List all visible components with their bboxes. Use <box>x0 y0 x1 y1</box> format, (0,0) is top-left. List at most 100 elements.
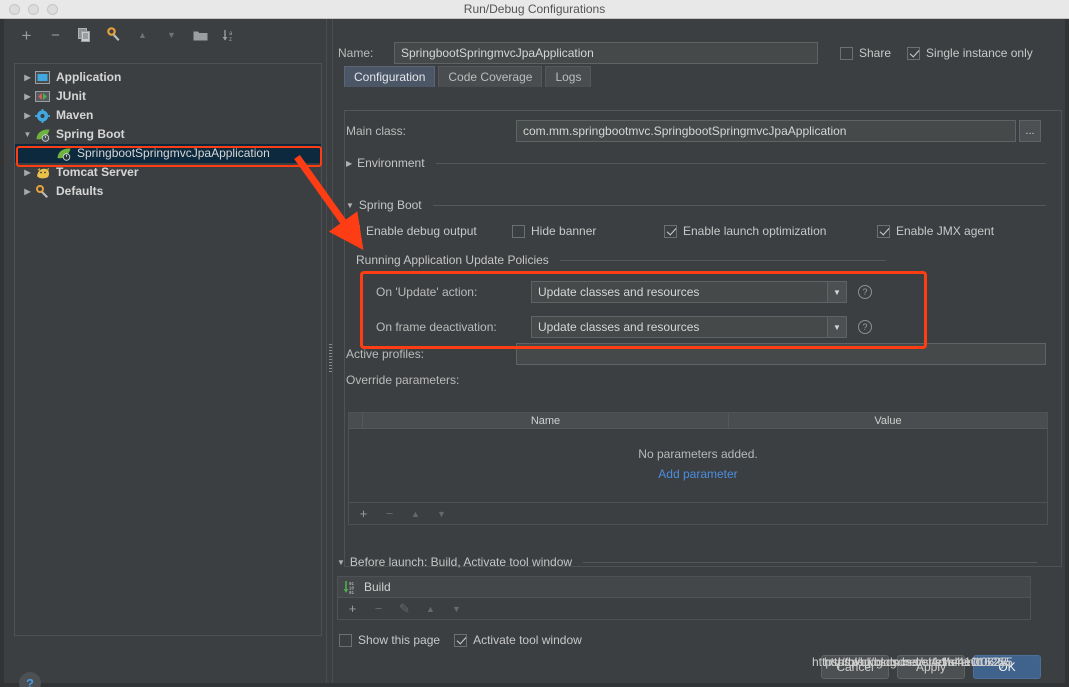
single-instance-checkbox-wrap[interactable]: Single instance only <box>907 46 1033 60</box>
override-parameters-table[interactable]: Name Value No parameters added. Add para… <box>348 412 1048 525</box>
enable-debug-output-checkbox[interactable] <box>347 224 360 238</box>
copy-icon[interactable] <box>76 27 93 44</box>
tab-logs[interactable]: Logs <box>545 66 592 87</box>
before-launch-section-header[interactable]: ▼ Before launch: Build, Activate tool wi… <box>337 555 1037 569</box>
expand-arrow-icon[interactable]: ▶ <box>21 92 34 101</box>
table-col-value[interactable]: Value <box>729 413 1047 428</box>
remove-task-icon[interactable]: − <box>372 601 385 616</box>
enable-jmx-agent-wrap[interactable]: Enable JMX agent <box>877 224 994 238</box>
chevron-right-icon[interactable]: ▶ <box>346 159 352 168</box>
single-instance-checkbox[interactable] <box>907 46 921 60</box>
before-launch-item-label: Build <box>364 580 391 594</box>
on-update-action-help-icon[interactable]: ? <box>858 285 872 299</box>
move-task-up-icon[interactable]: ▲ <box>424 604 437 614</box>
page-title: Run/Debug Configurations <box>463 2 606 16</box>
tree-item-maven[interactable]: ▶ Maven <box>15 106 321 125</box>
panel-splitter[interactable] <box>326 19 333 683</box>
tomcat-icon <box>34 165 51 180</box>
move-task-down-icon[interactable]: ▼ <box>450 604 463 614</box>
chevron-down-icon[interactable]: ▼ <box>337 558 345 567</box>
hide-banner-wrap[interactable]: Hide banner <box>512 224 664 238</box>
activate-tool-window-checkbox[interactable] <box>454 633 468 647</box>
activate-tool-window-wrap[interactable]: Activate tool window <box>454 633 582 647</box>
edit-templates-icon[interactable] <box>105 27 122 44</box>
before-launch-options-row: Show this page Activate tool window <box>339 631 582 649</box>
activate-tool-window-label: Activate tool window <box>473 633 582 647</box>
svg-text:z: z <box>229 37 232 43</box>
spring-boot-icon <box>34 127 51 142</box>
move-up-icon[interactable]: ▲ <box>134 27 151 44</box>
on-update-action-row: On 'Update' action: Update classes and r… <box>376 281 896 303</box>
expand-arrow-icon[interactable]: ▶ <box>21 168 34 177</box>
show-this-page-checkbox[interactable] <box>339 633 352 647</box>
tree-item-application[interactable]: ▶ Application <box>15 68 321 87</box>
main-class-label: Main class: <box>346 124 407 138</box>
chevron-down-icon[interactable]: ▼ <box>346 201 354 210</box>
main-class-row: Main class: ... <box>346 119 1046 143</box>
enable-launch-optimization-wrap[interactable]: Enable launch optimization <box>664 224 877 238</box>
chevron-down-icon[interactable]: ▼ <box>827 282 846 302</box>
collapse-arrow-icon[interactable]: ▼ <box>21 130 34 139</box>
tree-item-tomcat-server[interactable]: ▶ Tomcat Server <box>15 163 321 182</box>
show-this-page-wrap[interactable]: Show this page <box>339 633 440 647</box>
configurations-tree[interactable]: ▶ Application ▶ JUnit ▶ Maven ▼ Spring B… <box>14 63 322 636</box>
expand-arrow-icon[interactable]: ▶ <box>21 187 34 196</box>
expand-arrow-icon[interactable]: ▶ <box>21 111 34 120</box>
move-down-icon[interactable]: ▼ <box>163 27 180 44</box>
build-icon: 01 10 01 <box>343 580 358 595</box>
move-parameter-up-icon[interactable]: ▲ <box>409 509 422 519</box>
browse-main-class-button[interactable]: ... <box>1019 120 1041 142</box>
junit-icon <box>34 89 51 104</box>
main-class-input[interactable] <box>516 120 1016 142</box>
environment-section-header[interactable]: ▶ Environment <box>346 156 1046 170</box>
sort-alphabetically-icon[interactable]: a z <box>221 27 238 44</box>
defaults-icon <box>34 184 51 199</box>
cancel-button[interactable]: Cancel <box>821 655 889 679</box>
on-frame-deactivation-help-icon[interactable]: ? <box>858 320 872 334</box>
spring-boot-icon <box>55 146 72 161</box>
enable-debug-output-wrap[interactable]: Enable debug output <box>347 224 512 238</box>
spring-boot-options-row: Enable debug output Hide banner Enable l… <box>347 222 1047 240</box>
add-icon[interactable]: + <box>18 27 35 44</box>
table-col-name[interactable]: Name <box>363 413 729 428</box>
active-profiles-input[interactable] <box>515 343 1046 365</box>
show-this-page-label: Show this page <box>358 633 441 647</box>
move-parameter-down-icon[interactable]: ▼ <box>435 509 448 519</box>
share-checkbox-wrap[interactable]: Share <box>840 46 891 60</box>
on-frame-deactivation-dropdown[interactable]: Update classes and resources ▼ <box>531 316 847 338</box>
add-parameter-link[interactable]: Add parameter <box>349 461 1047 481</box>
svg-text:10: 10 <box>349 587 355 591</box>
tab-configuration[interactable]: Configuration <box>344 66 436 87</box>
single-instance-label: Single instance only <box>926 46 1033 60</box>
share-options: Share Single instance only <box>840 46 1033 60</box>
on-frame-deactivation-row: On frame deactivation: Update classes an… <box>376 316 896 338</box>
tab-code-coverage[interactable]: Code Coverage <box>438 66 543 87</box>
share-checkbox[interactable] <box>840 46 853 60</box>
tree-item-springbootspringmvcjpaapplication[interactable]: SpringbootSpringmvcJpaApplication <box>15 144 321 163</box>
update-policies-section-label: Running Application Update Policies <box>356 253 549 267</box>
ok-button[interactable]: OK <box>973 655 1041 679</box>
help-button[interactable]: ? <box>19 672 41 687</box>
spring-boot-section-header[interactable]: ▼ Spring Boot <box>346 198 1046 212</box>
chevron-down-icon[interactable]: ▼ <box>827 317 846 337</box>
remove-icon[interactable]: − <box>47 27 64 44</box>
apply-button[interactable]: Apply <box>897 655 965 679</box>
enable-jmx-agent-checkbox[interactable] <box>877 224 890 238</box>
folder-icon[interactable] <box>192 27 209 44</box>
add-task-icon[interactable]: + <box>346 601 359 616</box>
tree-item-junit[interactable]: ▶ JUnit <box>15 87 321 106</box>
tree-item-spring-boot[interactable]: ▼ Spring Boot <box>15 125 321 144</box>
configurations-toolbar: + − ▲ ▼ a z <box>4 19 328 49</box>
expand-arrow-icon[interactable]: ▶ <box>21 73 34 82</box>
on-update-action-dropdown[interactable]: Update classes and resources ▼ <box>531 281 847 303</box>
name-input[interactable] <box>394 42 818 64</box>
hide-banner-checkbox[interactable] <box>512 224 525 238</box>
table-empty-message: No parameters added. <box>638 447 758 461</box>
remove-parameter-icon[interactable]: − <box>383 506 396 521</box>
add-parameter-icon[interactable]: + <box>357 506 370 521</box>
tree-item-defaults[interactable]: ▶ Defaults <box>15 182 321 201</box>
enable-debug-output-label: Enable debug output <box>366 224 477 238</box>
enable-launch-optimization-checkbox[interactable] <box>664 224 677 238</box>
edit-task-icon[interactable]: ✎ <box>398 601 411 617</box>
before-launch-task-list[interactable]: 01 10 01 Build <box>337 576 1031 598</box>
